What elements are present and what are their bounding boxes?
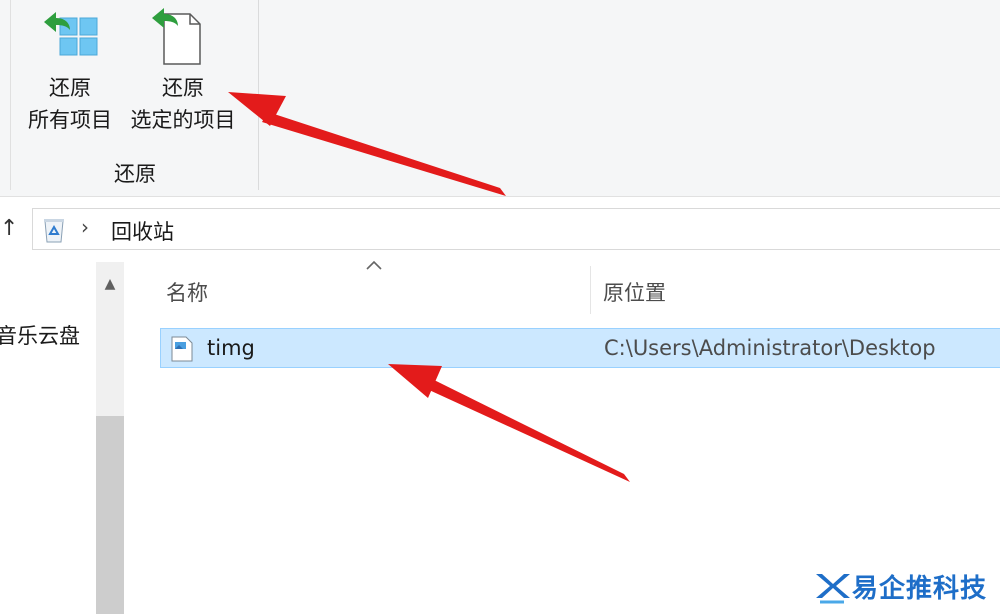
restore-all-button[interactable]: 还原 所有项目 [20, 0, 120, 150]
restore-selected-icon [152, 8, 201, 65]
watermark: 易企推科技 [806, 564, 1000, 608]
restore-all-icon [44, 12, 98, 56]
column-header-name[interactable]: 名称 [166, 277, 208, 307]
up-arrow-icon[interactable]: ↑ [0, 214, 22, 244]
navigation-pane [0, 262, 96, 614]
scroll-up-icon[interactable]: ▲ [96, 266, 124, 302]
scrollbar-thumb[interactable] [96, 416, 124, 614]
watermark-logo-icon [816, 574, 850, 604]
image-file-icon [171, 336, 193, 362]
table-row[interactable]: timg C:\Users\Administrator\Desktop [160, 328, 1000, 368]
restore-all-label-line1: 还原 [49, 76, 91, 100]
nav-item-music-cloud[interactable]: 音乐云盘 [0, 320, 80, 350]
ribbon: 还原 所有项目 还原 选定的项目 还原 [0, 0, 1000, 197]
ribbon-group-label: 还原 [114, 162, 156, 186]
recycle-bin-icon [44, 219, 64, 243]
restore-all-label-line2: 所有项目 [28, 108, 112, 132]
sort-ascending-icon [366, 260, 382, 270]
file-name: timg [207, 336, 255, 360]
watermark-text: 易企推科技 [852, 574, 988, 604]
column-divider[interactable] [590, 266, 591, 314]
restore-selected-label-line1: 还原 [162, 76, 204, 100]
column-header-original-location[interactable]: 原位置 [603, 277, 666, 307]
breadcrumb-recycle-bin[interactable]: 回收站 [111, 216, 174, 246]
restore-selected-button[interactable]: 还原 选定的项目 [120, 0, 246, 150]
file-original-location: C:\Users\Administrator\Desktop [604, 336, 936, 360]
annotation-arrow-file [388, 364, 630, 482]
restore-selected-label-line2: 选定的项目 [130, 108, 236, 132]
address-bar[interactable]: › 回收站 [32, 208, 1000, 250]
breadcrumb-chevron-icon[interactable]: › [81, 215, 89, 239]
